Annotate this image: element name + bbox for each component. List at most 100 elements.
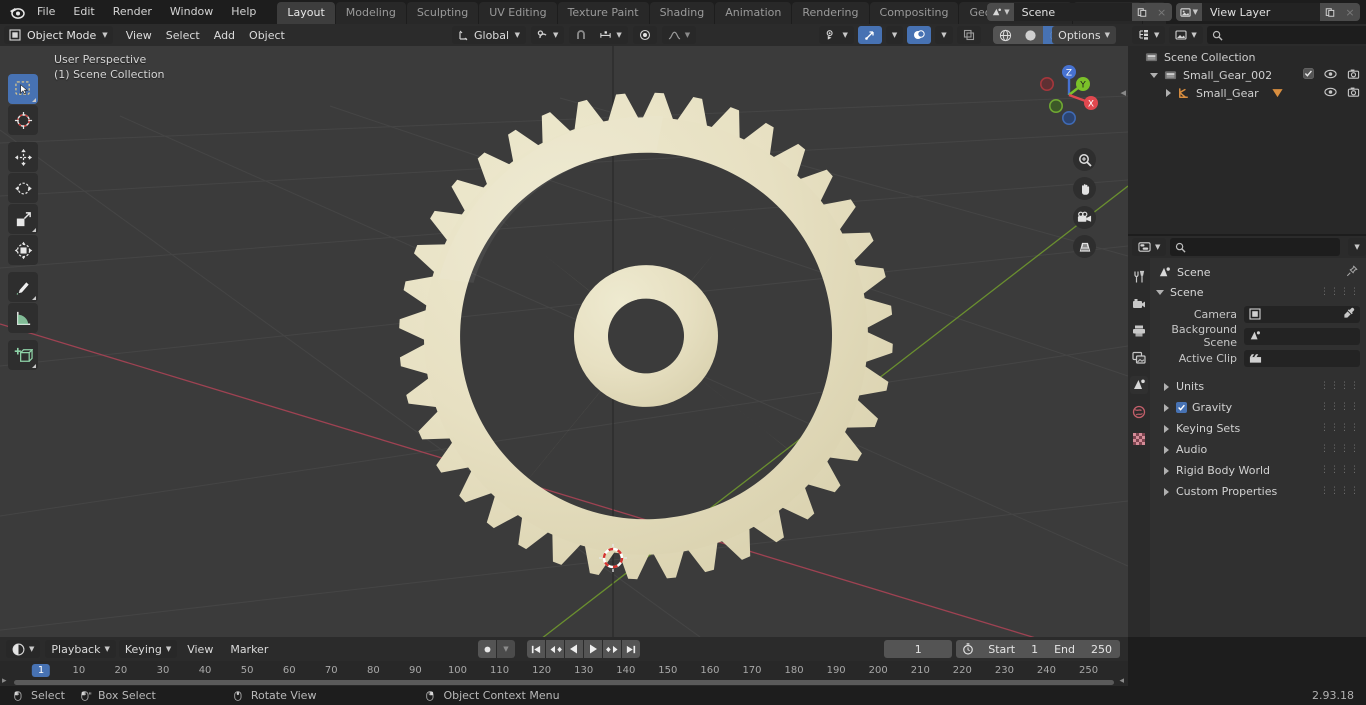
viewport-menu-object[interactable]: Object (242, 28, 292, 43)
stopwatch-icon[interactable] (956, 640, 980, 658)
menu-window[interactable]: Window (161, 2, 222, 22)
annotate-tool[interactable] (8, 272, 38, 302)
workspace-tab-sculpting[interactable]: Sculpting (406, 2, 479, 24)
tweak-select-tool[interactable] (8, 74, 38, 104)
outliner-row-small_gear_002[interactable]: Small_Gear_002 (1128, 66, 1366, 84)
shading-wireframe-button[interactable] (992, 26, 1018, 44)
scene-selector[interactable]: ▼ Scene × (987, 3, 1172, 21)
sub-panel-custom-properties[interactable]: Custom Properties ⋮⋮⋮⋮ (1150, 481, 1366, 502)
chevron-right-icon[interactable] (1164, 466, 1169, 475)
properties-options-button[interactable]: ▼ (1348, 238, 1366, 256)
eyedropper-icon[interactable] (1343, 307, 1355, 322)
chevron-right-icon[interactable] (1164, 424, 1169, 433)
timeline-editor-type-button[interactable]: ▼ (6, 640, 41, 658)
xray-toggle-button[interactable] (956, 26, 981, 44)
measure-tool[interactable] (8, 303, 38, 333)
row-checkbox[interactable] (1303, 68, 1314, 82)
chevron-right-icon[interactable] (1164, 445, 1169, 454)
scroll-left-arrow-icon[interactable]: ▸ (2, 676, 7, 686)
sub-panel-gravity[interactable]: Gravity ⋮⋮⋮⋮ (1150, 397, 1366, 418)
viewport-menu-select[interactable]: Select (159, 28, 207, 43)
properties-search-field[interactable] (1190, 240, 1336, 254)
outliner-row-small_gear[interactable]: Small_Gear (1128, 84, 1366, 102)
viewport-menu-add[interactable]: Add (207, 28, 242, 43)
blender-logo-icon[interactable] (6, 2, 28, 22)
outliner-display-mode-button[interactable]: ▼ (1132, 26, 1166, 44)
timeline-scrollbar[interactable]: ▸ ◂ (0, 676, 1128, 686)
outliner-search-input[interactable] (1206, 26, 1366, 44)
view-layer-icon[interactable]: ▼ (1175, 3, 1202, 21)
workspace-tab-layout[interactable]: Layout (277, 2, 335, 24)
scene-tab[interactable] (1130, 376, 1148, 394)
timeline-playhead[interactable]: 1 (31, 664, 51, 677)
section-checkbox[interactable] (1176, 402, 1187, 413)
play-icon[interactable] (584, 640, 602, 658)
modifier-icon[interactable] (1271, 87, 1284, 99)
view-layer-tab[interactable] (1130, 349, 1148, 367)
menu-help[interactable]: Help (222, 2, 265, 22)
sub-panel-units[interactable]: Units ⋮⋮⋮⋮ (1150, 376, 1366, 397)
options-button[interactable]: Options ▼ (1052, 26, 1116, 44)
new-view-layer-button[interactable] (1320, 3, 1340, 21)
workspace-tab-compositing[interactable]: Compositing (869, 2, 959, 24)
outliner-search-field[interactable] (1226, 28, 1366, 42)
snap-settings-group[interactable]: ▼ (569, 26, 628, 44)
perspective-toggle-icon[interactable] (1073, 235, 1096, 258)
menu-edit[interactable]: Edit (64, 2, 103, 22)
pan-hand-icon[interactable] (1073, 177, 1096, 200)
timeline-menu-playback[interactable]: Playback ▼ (45, 640, 116, 658)
properties-search-input[interactable] (1170, 238, 1341, 256)
unlink-scene-button[interactable]: × (1151, 3, 1172, 21)
expand-collapse-icon[interactable] (1166, 89, 1171, 97)
sidebar-collapse-arrow-icon[interactable]: ◂ (1120, 86, 1126, 99)
shading-solid-button[interactable] (1017, 26, 1043, 44)
jump-prev-keyframe-icon[interactable] (546, 640, 564, 658)
workspace-tab-uv-editing[interactable]: UV Editing (479, 2, 557, 24)
visibility-eye-icon[interactable] (1324, 86, 1337, 101)
workspace-tab-modeling[interactable]: Modeling (335, 2, 406, 24)
chevron-right-icon[interactable] (1164, 382, 1169, 391)
overlay-options-button[interactable]: ▼ (935, 26, 953, 44)
chevron-right-icon[interactable] (1164, 403, 1169, 412)
render-tab[interactable] (1130, 295, 1148, 313)
outliner-filter-id-button[interactable]: ▼ (1169, 26, 1203, 44)
end-frame-field[interactable]: End 250 (1046, 640, 1120, 658)
new-scene-button[interactable] (1131, 3, 1152, 21)
view-layer-selector[interactable]: ▼ View Layer × (1175, 3, 1360, 21)
zoom-icon[interactable] (1073, 148, 1096, 171)
cursor-tool[interactable] (8, 105, 38, 135)
scene-panel-header[interactable]: Scene ⋮⋮⋮⋮ (1150, 282, 1366, 302)
auto-keying-record-icon[interactable] (478, 640, 496, 658)
jump-to-end-icon[interactable] (622, 640, 640, 658)
output-tab[interactable] (1130, 322, 1148, 340)
scroll-right-arrow-icon[interactable]: ◂ (1119, 676, 1124, 686)
mode-selector[interactable]: Object Mode ▼ (4, 26, 113, 44)
transform-tool[interactable] (8, 235, 38, 265)
sub-panel-rigid-body-world[interactable]: Rigid Body World ⋮⋮⋮⋮ (1150, 460, 1366, 481)
property-field-active-clip[interactable] (1244, 349, 1360, 367)
property-field-background-scene[interactable] (1244, 327, 1360, 345)
transform-orientation-selector[interactable]: Global ▼ (452, 26, 526, 44)
camera-icon[interactable] (1073, 206, 1096, 229)
workspace-tab-texture-paint[interactable]: Texture Paint (557, 2, 649, 24)
chevron-right-icon[interactable] (1164, 487, 1169, 496)
visibility-selector[interactable]: ▼ (819, 26, 854, 44)
add-cube-tool[interactable] (8, 340, 38, 370)
rotate-tool[interactable] (8, 173, 38, 203)
gizmo-options-button[interactable]: ▼ (885, 26, 904, 44)
move-tool[interactable] (8, 142, 38, 172)
timeline-menu-view[interactable]: View (180, 642, 220, 657)
properties-editor-type-button[interactable]: ▼ (1132, 238, 1167, 256)
sub-panel-audio[interactable]: Audio ⋮⋮⋮⋮ (1150, 439, 1366, 460)
menu-render[interactable]: Render (104, 2, 161, 22)
proportional-falloff-button[interactable]: ▼ (661, 26, 697, 44)
scale-tool[interactable] (8, 204, 38, 234)
render-camera-icon[interactable] (1347, 86, 1360, 101)
current-frame-field[interactable]: 1 (884, 640, 953, 658)
workspace-tab-rendering[interactable]: Rendering (792, 2, 869, 24)
overlays-toggle-button[interactable] (907, 26, 932, 44)
jump-next-keyframe-icon[interactable] (603, 640, 621, 658)
viewport-menu-view[interactable]: View (119, 28, 159, 43)
auto-keying-options-button[interactable]: ▼ (497, 640, 515, 658)
texture-tab[interactable] (1130, 430, 1148, 448)
